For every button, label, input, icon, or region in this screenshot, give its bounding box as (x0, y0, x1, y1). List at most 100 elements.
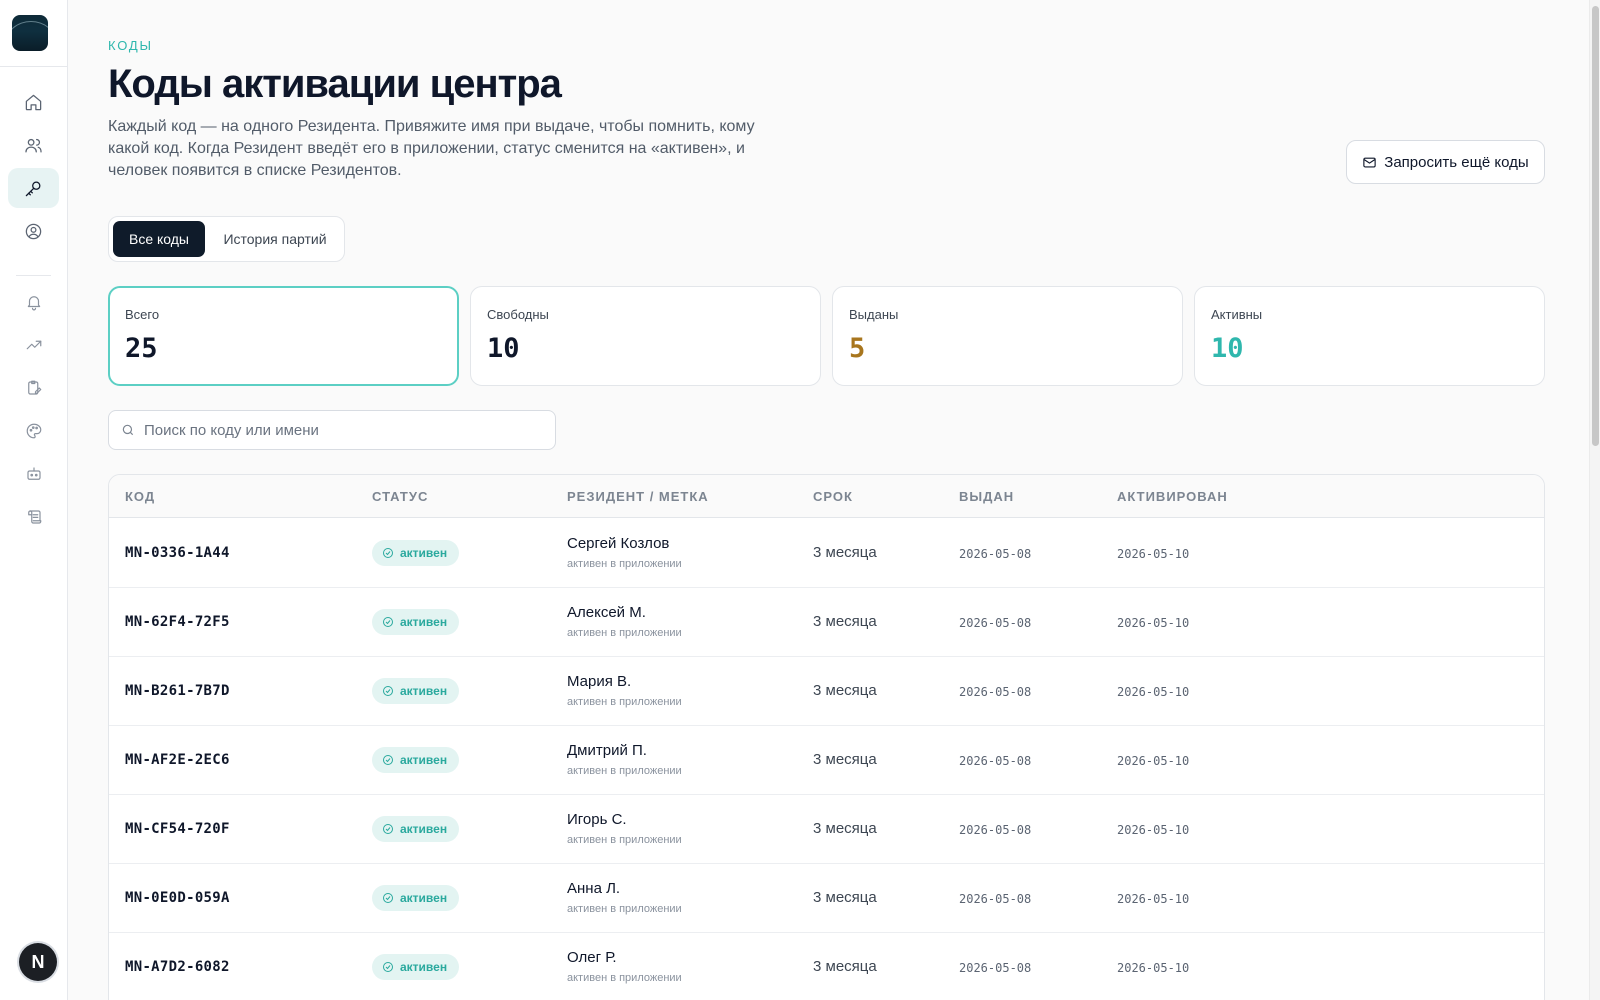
search-box (108, 410, 556, 450)
stat-card-active[interactable]: Активны 10 (1194, 286, 1545, 386)
table-row[interactable]: MN-A7D2-6082 активен Олег Р. активен в п… (109, 933, 1544, 1000)
resident-note: активен в приложении (567, 834, 682, 846)
column-header-status[interactable]: СТАТУС (372, 489, 428, 504)
page-description: Каждый код — на одного Резидента. Привяж… (108, 118, 755, 179)
table-row[interactable]: MN-62F4-72F5 активен Алексей М. активен … (109, 588, 1544, 657)
check-circle-icon (383, 893, 393, 903)
sidebar-item-analytics[interactable] (8, 325, 59, 365)
code-cell[interactable]: MN-62F4-72F5 (125, 614, 230, 630)
term-cell: 3 месяца (813, 544, 877, 561)
sidebar: N (0, 0, 68, 1000)
resident-name: Сергей Козлов (567, 535, 670, 552)
sidebar-item-bot[interactable] (8, 454, 59, 494)
column-header-issued[interactable]: ВЫДАН (959, 489, 1014, 504)
check-circle-icon (383, 962, 393, 972)
resident-note: активен в приложении (567, 696, 682, 708)
column-header-term[interactable]: СРОК (813, 489, 853, 504)
bot-icon (26, 467, 41, 480)
sidebar-item-home[interactable] (8, 82, 59, 122)
sidebar-item-design[interactable] (8, 411, 59, 451)
trending-up-icon (26, 340, 41, 350)
section-eyebrow: КОДЫ (108, 38, 153, 53)
code-cell[interactable]: MN-A7D2-6082 (125, 959, 230, 975)
palette-icon (26, 423, 41, 439)
tab-all-codes[interactable]: Все коды (113, 221, 205, 257)
code-cell[interactable]: MN-0336-1A44 (125, 545, 230, 561)
resident-name: Анна Л. (567, 880, 621, 897)
column-header-resident[interactable]: РЕЗИДЕНТ / МЕТКА (567, 489, 709, 504)
stat-card-issued[interactable]: Выданы 5 (832, 286, 1183, 386)
term-cell: 3 месяца (813, 820, 877, 837)
bell-icon (27, 296, 40, 311)
activated-date: 2026-05-10 (1117, 823, 1190, 837)
activated-date: 2026-05-10 (1117, 547, 1190, 561)
request-more-codes-button[interactable]: Запросить ещё коды (1346, 140, 1545, 184)
table-row[interactable]: MN-AF2E-2EC6 активен Дмитрий П. активен … (109, 726, 1544, 795)
search-input[interactable] (144, 421, 544, 439)
activated-date: 2026-05-10 (1117, 685, 1190, 699)
users-icon (25, 138, 42, 152)
search-icon (122, 424, 134, 436)
resident-name: Олег Р. (567, 949, 617, 966)
status-label: активен (400, 684, 448, 698)
avatar[interactable]: N (19, 943, 57, 981)
stat-value: 25 (125, 333, 158, 364)
activated-date: 2026-05-10 (1117, 892, 1190, 906)
status-label: активен (400, 822, 448, 836)
term-cell: 3 месяца (813, 889, 877, 906)
check-circle-icon (383, 548, 393, 558)
code-cell[interactable]: MN-AF2E-2EC6 (125, 752, 230, 768)
status-label: активен (400, 615, 448, 629)
sidebar-item-tasks[interactable] (8, 368, 59, 408)
stat-label: Активны (1211, 307, 1263, 322)
table-row[interactable]: MN-CF54-720F активен Игорь С. активен в … (109, 795, 1544, 864)
sidebar-item-residents[interactable] (8, 125, 59, 165)
status-badge: активен (372, 954, 460, 980)
code-cell[interactable]: MN-B261-7B7D (125, 683, 230, 699)
status-label: активен (400, 546, 448, 560)
table-header: КОД СТАТУС РЕЗИДЕНТ / МЕТКА СРОК ВЫДАН А… (109, 475, 1544, 518)
term-cell: 3 месяца (813, 613, 877, 630)
table-row[interactable]: MN-0336-1A44 активен Сергей Козлов актив… (109, 519, 1544, 588)
sidebar-divider-secondary (16, 275, 51, 276)
activated-date: 2026-05-10 (1117, 961, 1190, 975)
table-row[interactable]: MN-B261-7B7D активен Мария В. активен в … (109, 657, 1544, 726)
check-circle-icon (383, 686, 393, 696)
stat-label: Выданы (849, 307, 899, 322)
issued-date: 2026-05-08 (959, 823, 1032, 837)
stat-label: Всего (125, 307, 160, 322)
sidebar-item-logs[interactable] (8, 497, 59, 537)
page-scrollbar[interactable] (1589, 0, 1600, 1000)
check-circle-icon (383, 755, 393, 765)
stat-card-free[interactable]: Свободны 10 (470, 286, 821, 386)
status-label: активен (400, 891, 448, 905)
sidebar-item-notifications[interactable] (8, 282, 59, 322)
logo[interactable] (12, 15, 48, 51)
status-badge: активен (372, 678, 460, 704)
term-cell: 3 месяца (813, 682, 877, 699)
table-row[interactable]: MN-0E0D-059A активен Анна Л. активен в п… (109, 864, 1544, 933)
column-header-code[interactable]: КОД (125, 489, 155, 504)
stat-value: 5 (849, 333, 866, 364)
term-cell: 3 месяца (813, 751, 877, 768)
check-circle-icon (383, 824, 393, 834)
tab-batch-history[interactable]: История партий (209, 221, 341, 257)
column-header-activated[interactable]: АКТИВИРОВАН (1117, 489, 1228, 504)
sidebar-item-profile[interactable] (8, 211, 59, 251)
code-cell[interactable]: MN-0E0D-059A (125, 890, 230, 906)
resident-name: Мария В. (567, 673, 632, 690)
stat-card-total[interactable]: Всего 25 (108, 286, 459, 386)
issued-date: 2026-05-08 (959, 961, 1032, 975)
resident-note: активен в приложении (567, 627, 682, 639)
status-badge: активен (372, 540, 460, 566)
resident-note: активен в приложении (567, 558, 682, 570)
status-badge: активен (372, 747, 460, 773)
resident-note: активен в приложении (567, 903, 682, 915)
scrollbar-thumb[interactable] (1592, 6, 1599, 446)
issued-date: 2026-05-08 (959, 547, 1032, 561)
resident-name: Дмитрий П. (567, 742, 647, 759)
user-circle-icon (25, 223, 42, 239)
stat-label: Свободны (487, 307, 549, 322)
sidebar-item-codes[interactable] (8, 168, 59, 208)
code-cell[interactable]: MN-CF54-720F (125, 821, 230, 837)
